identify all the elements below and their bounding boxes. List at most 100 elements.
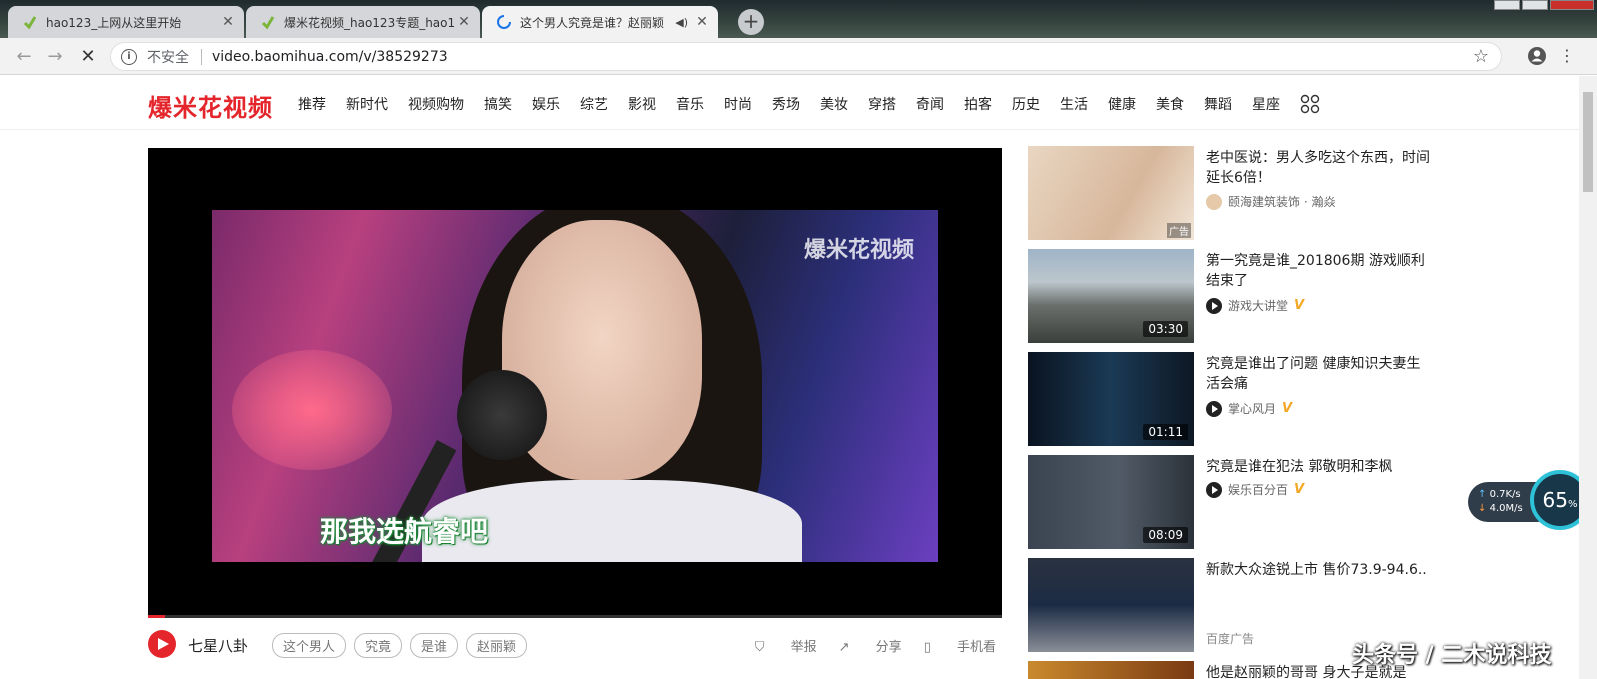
nav-item[interactable]: 秀场 <box>772 94 800 114</box>
maximize-button[interactable] <box>1522 0 1548 10</box>
tab-video[interactable]: 这个男人究竟是谁？赵丽颖 ◀) ✕ <box>482 6 718 38</box>
nav-item[interactable]: 推荐 <box>298 94 326 114</box>
video-thumbnail[interactable]: 广告 <box>1028 146 1194 240</box>
list-item[interactable]: 03:30 第一究竟是谁_201806期 游戏顺利结束了 游戏大讲堂 V <box>1028 249 1448 343</box>
progress-bar[interactable] <box>148 615 1002 618</box>
nav-item[interactable]: 搞笑 <box>484 94 512 114</box>
tab-hao123[interactable]: hao123_上网从这里开始 ✕ <box>8 6 244 38</box>
site-nav: 爆米花视频 推荐 新时代 视频购物 搞笑 娱乐 综艺 影视 音乐 时尚 秀场 美妆 穿搭 奇闻 拍客 历史生… <box>0 76 1579 130</box>
nav-item[interactable]: 音乐 <box>676 94 704 114</box>
video-player[interactable]: 爆米花视频 那我选航睿吧 <box>148 148 1002 618</box>
security-label: 不安全 <box>147 49 189 66</box>
video-source: 颐海建筑装饰 · 瀚焱 <box>1206 193 1335 210</box>
tab-title: 这个男人究竟是谁？赵丽颖 <box>520 15 665 30</box>
nav-item[interactable]: 影视 <box>628 94 656 114</box>
menu-dots-icon[interactable]: ⋮ <box>1556 46 1578 68</box>
nav-item[interactable]: 美食 <box>1156 94 1184 114</box>
upload-speed: 0.7K/s <box>1489 489 1521 500</box>
play-icon[interactable] <box>148 630 176 658</box>
video-title[interactable]: 新款大众途锐上市 售价73.9-94.6.. <box>1206 560 1431 580</box>
video-title[interactable]: 究竟是谁在犯法 郭敬明和李枫 <box>1206 457 1431 477</box>
nav-item[interactable]: 时尚 <box>724 94 752 114</box>
nav-item[interactable]: 奇闻 <box>916 94 944 114</box>
report-label: 举报 <box>790 640 817 655</box>
vertical-scrollbar[interactable] <box>1579 76 1597 679</box>
video-thumbnail[interactable]: 03:30 <box>1028 249 1194 343</box>
tag[interactable]: 这个男人 <box>272 633 347 658</box>
divider <box>201 48 202 65</box>
forward-arrow-icon[interactable]: → <box>43 45 67 69</box>
usage-percent-sign: % <box>1567 499 1578 510</box>
duration-badge: 01:11 <box>1143 424 1188 440</box>
nav-item[interactable]: 综艺 <box>580 94 608 114</box>
source-name[interactable]: 掌心风月 <box>1228 400 1276 417</box>
nav-item[interactable]: 历史 <box>1012 94 1040 114</box>
address-bar[interactable]: i 不安全 video.baomihua.com/v/38529273 ☆ <box>110 42 1502 71</box>
tab-baomihua[interactable]: 爆米花视频_hao123专题_hao12 ✕ <box>246 6 480 38</box>
tag[interactable]: 究竟 <box>354 633 403 658</box>
back-arrow-icon[interactable]: ← <box>12 45 36 69</box>
video-watermark: 爆米花视频 <box>803 238 914 263</box>
play-circle-icon <box>1206 400 1222 417</box>
play-circle-icon <box>1206 297 1222 314</box>
nav-item[interactable]: 新时代 <box>346 94 388 114</box>
profile-icon[interactable] <box>1526 46 1548 68</box>
video-thumbnail[interactable] <box>1028 661 1194 679</box>
nav-item[interactable]: 视频购物 <box>408 94 464 114</box>
nav-item[interactable]: 拍客 <box>964 94 992 114</box>
list-item[interactable]: 08:09 究竟是谁在犯法 郭敬明和李枫 娱乐百分百 V <box>1028 455 1448 549</box>
window-close-button[interactable] <box>1550 0 1594 10</box>
tab-title: 爆米花视频_hao123专题_hao12 <box>284 15 456 30</box>
share-button[interactable]: ↗ 分享 <box>839 636 902 655</box>
video-source: 掌心风月 V <box>1206 400 1292 417</box>
info-icon[interactable]: i <box>121 48 137 65</box>
overlay-watermark: 头条号 / 二木说科技 <box>1352 643 1552 668</box>
close-icon[interactable]: ✕ <box>220 14 236 30</box>
mobile-button[interactable]: ▯ 手机看 <box>924 636 996 655</box>
video-title[interactable]: 老中医说：男人多吃这个东西，时间延长6倍！ <box>1206 148 1431 188</box>
channel-name[interactable]: 七星八卦 <box>188 635 248 656</box>
tag[interactable]: 赵丽颖 <box>466 633 528 658</box>
video-thumbnail[interactable]: 08:09 <box>1028 455 1194 549</box>
tag[interactable]: 是谁 <box>410 633 459 658</box>
site-logo[interactable]: 爆米花视频 <box>148 88 273 123</box>
source-name[interactable]: 娱乐百分百 <box>1228 481 1288 498</box>
microphone-icon <box>457 370 547 460</box>
minimize-button[interactable] <box>1494 0 1520 10</box>
close-icon[interactable]: ✕ <box>456 14 472 30</box>
url-text[interactable]: video.baomihua.com/v/38529273 <box>212 49 448 65</box>
list-item[interactable]: 广告 老中医说：男人多吃这个东西，时间延长6倍！ 颐海建筑装饰 · 瀚焱 <box>1028 146 1448 240</box>
network-speed-widget[interactable]: ↑ 0.7K/s ↓ 4.0M/s 65% <box>1468 470 1579 532</box>
stop-icon[interactable]: ✕ <box>76 45 100 69</box>
stage-light <box>232 350 392 470</box>
more-categories-icon[interactable] <box>1300 94 1320 114</box>
speaker-icon[interactable]: ◀) <box>675 16 688 29</box>
video-title[interactable]: 究竟是谁出了问题 健康知识夫妻生活会痛 <box>1206 354 1431 394</box>
list-item[interactable]: 01:11 究竟是谁出了问题 健康知识夫妻生活会痛 掌心风月 V <box>1028 352 1448 446</box>
nav-item[interactable]: 健康 <box>1108 94 1136 114</box>
nav-item[interactable]: 舞蹈 <box>1204 94 1232 114</box>
nav-item[interactable]: 星座 <box>1252 94 1280 114</box>
video-thumbnail[interactable]: 01:11 <box>1028 352 1194 446</box>
share-label: 分享 <box>875 640 902 655</box>
close-icon[interactable]: ✕ <box>694 14 710 30</box>
verified-badge: V <box>1294 482 1305 497</box>
download-arrow-icon: ↓ <box>1478 503 1487 514</box>
browser-window: hao123_上网从这里开始 ✕ 爆米花视频_hao123专题_hao12 ✕ … <box>0 0 1597 679</box>
video-frame[interactable]: 爆米花视频 那我选航睿吧 <box>212 210 938 562</box>
source-name[interactable]: 游戏大讲堂 <box>1228 297 1288 314</box>
new-tab-button[interactable]: + <box>738 9 764 35</box>
video-thumbnail[interactable] <box>1028 558 1194 652</box>
category-nav: 推荐 新时代 视频购物 搞笑 娱乐 综艺 影视 音乐 时尚 秀场 美妆 穿搭 奇闻 拍客 历史 生活 健康 美食舞… <box>298 94 1300 114</box>
nav-item[interactable]: 穿搭 <box>868 94 896 114</box>
bookmark-star-icon[interactable]: ☆ <box>1473 46 1489 67</box>
nav-item[interactable]: 美妆 <box>820 94 848 114</box>
tab-strip: hao123_上网从这里开始 ✕ 爆米花视频_hao123专题_hao12 ✕ … <box>0 0 1597 38</box>
nav-item[interactable]: 生活 <box>1060 94 1088 114</box>
mobile-label: 手机看 <box>956 640 996 655</box>
report-button[interactable]: ⛉ 举报 <box>755 636 817 655</box>
scrollbar-thumb[interactable] <box>1583 92 1593 192</box>
source-name[interactable]: 颐海建筑装饰 · 瀚焱 <box>1228 193 1335 210</box>
nav-item[interactable]: 娱乐 <box>532 94 560 114</box>
video-title[interactable]: 第一究竟是谁_201806期 游戏顺利结束了 <box>1206 251 1431 291</box>
